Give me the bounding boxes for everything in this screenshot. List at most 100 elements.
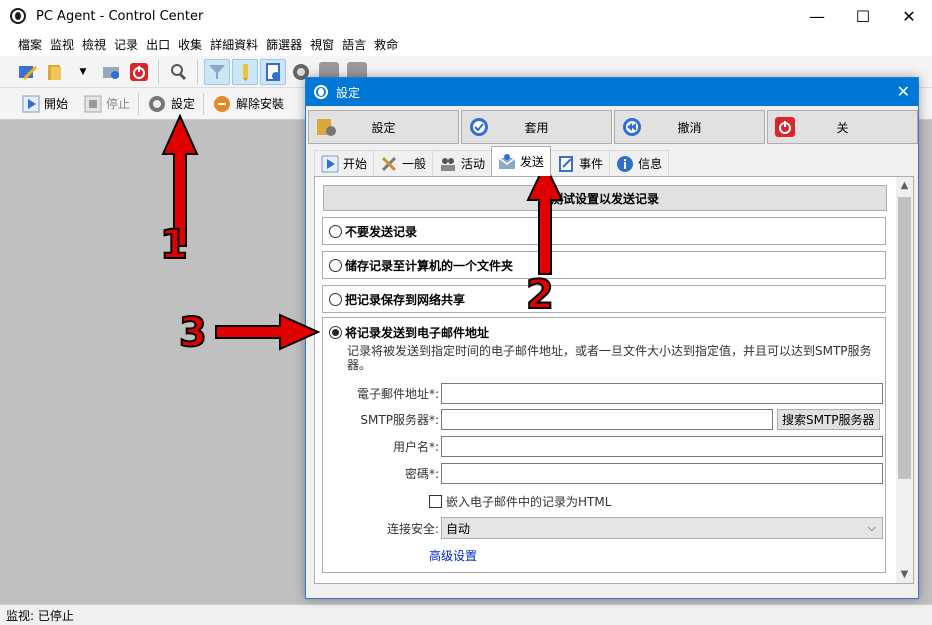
- toolbar-search-button[interactable]: [165, 59, 191, 85]
- dialog-close-button[interactable]: ✕: [897, 82, 910, 101]
- send-tab-panel: 测试设置以发送记录 不要发送记录 储存记录至计算机的一个文件夹 把记录保存到网络…: [314, 176, 914, 584]
- scroll-down-icon[interactable]: ▼: [896, 566, 913, 583]
- settings-tabs: 开始 一般 活动 发送 事件 信息: [314, 146, 670, 176]
- pc-agent-icon: [10, 8, 26, 24]
- menu-details[interactable]: 詳細資料: [206, 36, 262, 53]
- toolbar-separator: [158, 59, 159, 84]
- menu-collect[interactable]: 收集: [174, 36, 206, 53]
- test-settings-button[interactable]: 测试设置以发送记录: [323, 185, 887, 211]
- option-send-email[interactable]: 将记录发送到电子邮件地址: [329, 324, 489, 341]
- window-controls: — ☐ ✕: [794, 0, 932, 32]
- tab-start[interactable]: 开始: [314, 150, 375, 176]
- save-folder-radio[interactable]: [329, 258, 342, 272]
- start-button[interactable]: 開始: [14, 91, 76, 117]
- tools-icon: [381, 156, 397, 171]
- close-button[interactable]: ✕: [886, 0, 932, 32]
- save-folder-label: 储存记录至计算机的一个文件夹: [345, 258, 514, 273]
- menu-help[interactable]: 救命: [370, 36, 402, 53]
- menu-export[interactable]: 出口: [142, 36, 174, 53]
- minimize-button[interactable]: —: [794, 0, 840, 32]
- option-save-share[interactable]: 把记录保存到网络共享: [322, 285, 886, 313]
- option-save-folder[interactable]: 储存记录至计算机的一个文件夹: [322, 251, 886, 279]
- tab-info[interactable]: 信息: [609, 150, 670, 176]
- chevron-down-icon: ⌵: [867, 521, 876, 534]
- username-row: 用户名*:: [323, 435, 883, 457]
- power-icon: [775, 117, 795, 137]
- menu-monitor[interactable]: 监视: [46, 36, 78, 53]
- password-row: 密碼*:: [323, 462, 883, 484]
- toolbar-highlight-button[interactable]: [232, 58, 258, 85]
- save-share-label: 把记录保存到网络共享: [345, 292, 466, 307]
- embed-html-checkbox[interactable]: [429, 494, 442, 508]
- security-label: 连接安全:: [386, 521, 439, 536]
- tab-general[interactable]: 一般: [373, 150, 434, 176]
- toolbar-power-button[interactable]: [126, 59, 152, 85]
- dialog-title: 設定: [336, 85, 361, 100]
- settings-tools-icon: [317, 119, 336, 136]
- email-label: 電子郵件地址*:: [356, 386, 439, 401]
- maximize-button[interactable]: ☐: [840, 0, 886, 32]
- password-label: 密碼*:: [404, 466, 439, 481]
- uninstall-button[interactable]: 解除安裝: [204, 91, 292, 117]
- toolbar-computer-button[interactable]: [98, 59, 124, 85]
- smtp-server-field[interactable]: [441, 408, 773, 430]
- send-email-radio[interactable]: [329, 326, 342, 339]
- no-send-radio[interactable]: [329, 224, 342, 238]
- apply-button[interactable]: 套用: [461, 110, 612, 144]
- menu-filters[interactable]: 篩選器: [262, 36, 306, 53]
- password-field[interactable]: [441, 462, 883, 484]
- toolbar-filter-button[interactable]: [204, 58, 230, 85]
- menu-bar: 檔案 监视 檢視 记录 出口 收集 詳細資料 篩選器 視窗 語言 救命: [0, 32, 932, 56]
- toolbar-separator: [197, 59, 198, 84]
- gear-icon: [149, 95, 166, 112]
- dialog-title-bar: 設定 ✕: [306, 78, 918, 106]
- menu-window[interactable]: 視窗: [306, 36, 338, 53]
- email-description: 记录将被发送到指定时间的电子邮件地址，或者一旦文件大小达到指定值，并且可以达到S…: [347, 344, 872, 372]
- toolbar-document-button[interactable]: [260, 58, 286, 85]
- tab-start-label: 开始: [343, 157, 368, 171]
- menu-language[interactable]: 語言: [338, 36, 370, 53]
- tab-events-label: 事件: [579, 157, 604, 171]
- security-value: 自动: [446, 521, 471, 536]
- dialog-settings-button[interactable]: 設定: [308, 110, 459, 144]
- status-text: 监视: 已停止: [6, 608, 74, 623]
- toolbar-dropdown-button[interactable]: ▼: [70, 59, 96, 85]
- scroll-thumb[interactable]: [898, 197, 911, 479]
- tab-activity[interactable]: 活动: [432, 150, 493, 176]
- save-share-radio[interactable]: [329, 292, 342, 306]
- play-icon: [22, 95, 40, 112]
- uninstall-icon: [214, 95, 231, 112]
- advanced-settings-link[interactable]: 高级设置: [429, 547, 477, 564]
- embed-html-label: 嵌入电子邮件中的记录为HTML: [446, 494, 612, 509]
- horizontal-scrollbar[interactable]: [314, 584, 914, 596]
- rewind-icon: [623, 118, 641, 136]
- folder-icon: [48, 64, 61, 80]
- window-title: PC Agent - Control Center: [36, 8, 204, 24]
- menu-file[interactable]: 檔案: [14, 36, 46, 53]
- stop-button[interactable]: 停止: [76, 91, 138, 117]
- send-envelope-icon: [498, 153, 516, 169]
- username-field[interactable]: [441, 435, 883, 457]
- dialog-close-action-button[interactable]: 关: [767, 110, 918, 144]
- undo-button[interactable]: 撤消: [614, 110, 765, 144]
- scroll-up-icon[interactable]: ▲: [896, 177, 913, 194]
- connection-security-select[interactable]: 自动 ⌵: [441, 517, 883, 539]
- tab-activity-label: 活动: [461, 157, 486, 171]
- advanced-row: 高级设置: [323, 544, 883, 566]
- apply-check-icon: [470, 118, 488, 136]
- email-field[interactable]: [441, 382, 883, 404]
- smtp-label: SMTP服务器*:: [360, 412, 439, 427]
- toolbar-open-button[interactable]: [42, 59, 68, 85]
- menu-view[interactable]: 檢視: [78, 36, 110, 53]
- tab-send[interactable]: 发送: [491, 146, 552, 176]
- option-send-email-group: 将记录发送到电子邮件地址 记录将被发送到指定时间的电子邮件地址，或者一旦文件大小…: [322, 317, 886, 573]
- dropdown-arrow-icon: ▼: [79, 66, 87, 77]
- settings-button[interactable]: 設定: [139, 91, 203, 117]
- option-no-send[interactable]: 不要发送记录: [322, 217, 886, 245]
- settings-dialog: 設定 ✕ 設定 套用 撤消 关 开始 一般 活动 发送 事件 信息 测试设置以发…: [305, 77, 919, 599]
- search-smtp-button[interactable]: 搜索SMTP服务器: [777, 408, 880, 430]
- menu-records[interactable]: 记录: [110, 36, 142, 53]
- pc-agent-icon: [314, 85, 328, 99]
- toolbar-edit-button[interactable]: [14, 59, 40, 85]
- vertical-scrollbar[interactable]: ▲ ▼: [896, 177, 913, 583]
